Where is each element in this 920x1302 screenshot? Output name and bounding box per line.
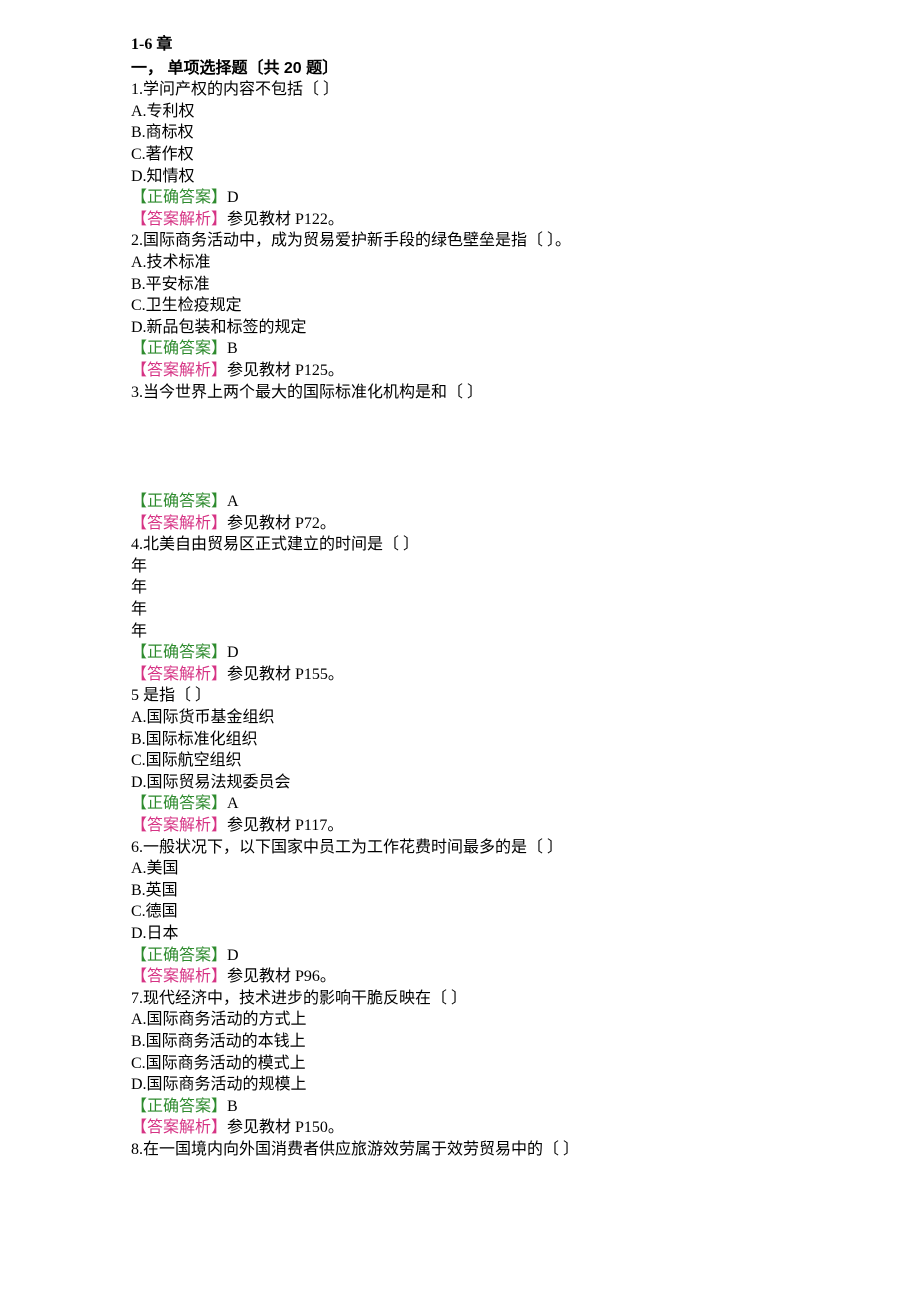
correct-label: 【正确答案】 — [131, 644, 227, 661]
question-option: A.国际商务活动的方式上 — [131, 1009, 831, 1031]
question-option: B.平安标准 — [131, 274, 831, 296]
analysis-label: 【答案解析】 — [131, 515, 227, 532]
correct-answer: 【正确答案】A — [131, 491, 831, 513]
question-stem: 1.学问产权的内容不包括〔 〕 — [131, 79, 831, 101]
question-option: D.日本 — [131, 923, 831, 945]
answer-analysis: 【答案解析】参见教材 P150。 — [131, 1117, 831, 1139]
question-option: B.国际商务活动的本钱上 — [131, 1031, 831, 1053]
answer-analysis: 【答案解析】参见教材 P117。 — [131, 815, 831, 837]
correct-label: 【正确答案】 — [131, 189, 227, 206]
correct-value: B — [227, 1098, 238, 1115]
question-option: C.卫生检疫规定 — [131, 295, 831, 317]
section-heading: 一， 单项选择题〔共 20 题〕 — [131, 58, 831, 80]
correct-value: B — [227, 340, 238, 357]
correct-value: D — [227, 189, 239, 206]
question-stem: 2.国际商务活动中，成为贸易爱护新手段的绿色壁垒是指〔 〕。 — [131, 230, 831, 252]
question-stem: 3.当今世界上两个最大的国际标准化机构是和〔 〕 — [131, 382, 831, 404]
question-option: A.国际货币基金组织 — [131, 707, 831, 729]
correct-label: 【正确答案】 — [131, 1098, 227, 1115]
question-option: C.著作权 — [131, 144, 831, 166]
correct-value: A — [227, 795, 239, 812]
question-option: B.国际标准化组织 — [131, 729, 831, 751]
answer-analysis: 【答案解析】参见教材 P155。 — [131, 664, 831, 686]
answer-analysis: 【答案解析】参见教材 P125。 — [131, 360, 831, 382]
correct-label: 【正确答案】 — [131, 795, 227, 812]
analysis-value: 参见教材 P150。 — [227, 1119, 344, 1136]
question-option: A.美国 — [131, 858, 831, 880]
correct-answer: 【正确答案】B — [131, 338, 831, 360]
analysis-label: 【答案解析】 — [131, 362, 227, 379]
question-option: B.英国 — [131, 880, 831, 902]
question-option: D.国际贸易法规委员会 — [131, 772, 831, 794]
question-option: C.国际商务活动的模式上 — [131, 1053, 831, 1075]
answer-analysis: 【答案解析】参见教材 P96。 — [131, 966, 831, 988]
answer-analysis: 【答案解析】参见教材 P122。 — [131, 209, 831, 231]
analysis-value: 参见教材 P155。 — [227, 666, 344, 683]
correct-value: D — [227, 947, 239, 964]
question-stem: 8.在一国境内向外国消费者供应旅游效劳属于效劳贸易中的〔 〕 — [131, 1139, 831, 1161]
blank-gap — [131, 403, 831, 491]
question-option: 年 — [131, 577, 831, 599]
chapter-heading: 1-6 章 — [131, 34, 831, 56]
correct-value: D — [227, 644, 239, 661]
question-stem: 5 是指〔 〕 — [131, 685, 831, 707]
correct-label: 【正确答案】 — [131, 340, 227, 357]
question-option: 年 — [131, 556, 831, 578]
analysis-value: 参见教材 P96。 — [227, 968, 336, 985]
question-stem: 7.现代经济中，技术进步的影响干脆反映在〔 〕 — [131, 988, 831, 1010]
correct-answer: 【正确答案】B — [131, 1096, 831, 1118]
analysis-value: 参见教材 P125。 — [227, 362, 344, 379]
correct-value: A — [227, 493, 239, 510]
analysis-label: 【答案解析】 — [131, 666, 227, 683]
analysis-label: 【答案解析】 — [131, 1119, 227, 1136]
correct-answer: 【正确答案】A — [131, 793, 831, 815]
question-option: B.商标权 — [131, 122, 831, 144]
correct-answer: 【正确答案】D — [131, 642, 831, 664]
analysis-value: 参见教材 P122。 — [227, 211, 344, 228]
question-option: D.国际商务活动的规模上 — [131, 1074, 831, 1096]
analysis-label: 【答案解析】 — [131, 968, 227, 985]
correct-label: 【正确答案】 — [131, 493, 227, 510]
question-option: C.德国 — [131, 901, 831, 923]
correct-answer: 【正确答案】D — [131, 945, 831, 967]
analysis-value: 参见教材 P117。 — [227, 817, 343, 834]
correct-label: 【正确答案】 — [131, 947, 227, 964]
analysis-label: 【答案解析】 — [131, 211, 227, 228]
correct-answer: 【正确答案】D — [131, 187, 831, 209]
question-stem: 4.北美自由贸易区正式建立的时间是〔 〕 — [131, 534, 831, 556]
analysis-value: 参见教材 P72。 — [227, 515, 336, 532]
question-option: D.知情权 — [131, 166, 831, 188]
answer-analysis: 【答案解析】参见教材 P72。 — [131, 513, 831, 535]
question-option: 年 — [131, 621, 831, 643]
question-option: C.国际航空组织 — [131, 750, 831, 772]
analysis-label: 【答案解析】 — [131, 817, 227, 834]
question-option: D.新品包装和标签的规定 — [131, 317, 831, 339]
document-page: 1-6 章 一， 单项选择题〔共 20 题〕 1.学问产权的内容不包括〔 〕 A… — [0, 0, 831, 1161]
question-option: 年 — [131, 599, 831, 621]
question-stem: 6.一般状况下，以下国家中员工为工作花费时间最多的是〔 〕 — [131, 837, 831, 859]
question-option: A.专利权 — [131, 101, 831, 123]
question-option: A.技术标准 — [131, 252, 831, 274]
